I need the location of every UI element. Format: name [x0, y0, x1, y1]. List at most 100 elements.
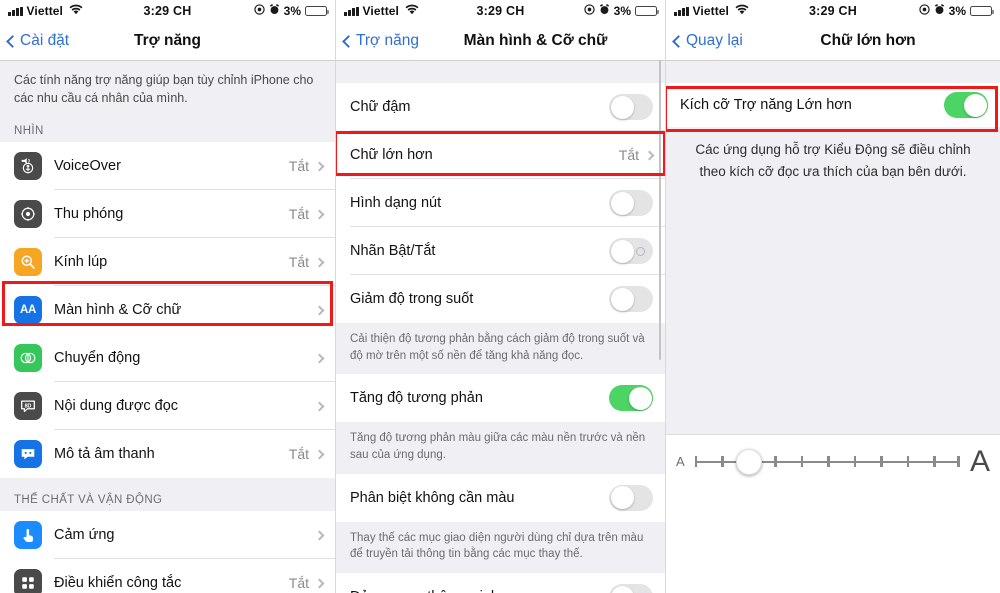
- row-label: Nội dung được đọc: [54, 398, 179, 415]
- slider-tick: [906, 456, 910, 468]
- slider-max-label: A: [969, 444, 990, 478]
- row-button-shapes[interactable]: Hình dạng nút: [336, 179, 665, 227]
- page-title-larger-text: Chữ lớn hơn: [820, 32, 916, 49]
- battery-icon: [635, 6, 660, 16]
- row-reduce-transparency[interactable]: Giảm độ trong suốt: [336, 275, 665, 323]
- accessibility-intro-text: Các tính năng trợ năng giúp bạn tùy chỉn…: [0, 61, 335, 120]
- three-panel-screenshot: Viettel 3:29 CH 3% Cài đặt Trợ năng Các …: [0, 0, 1000, 593]
- empty-area: [666, 194, 1000, 435]
- row-bold-text[interactable]: Chữ đậm: [336, 83, 665, 131]
- battery-percent-label: 3%: [948, 4, 966, 18]
- sidebar-item-display-text-size[interactable]: AA Màn hình & Cỡ chữ: [0, 286, 335, 335]
- chevron-right-icon: [314, 161, 325, 172]
- chevron-right-icon: [314, 401, 325, 412]
- nav-bar-2: Trợ năng Màn hình & Cỡ chữ: [336, 22, 665, 60]
- off-label-circle-icon: [636, 246, 645, 256]
- row-label: Mô tả âm thanh: [54, 446, 155, 463]
- row-value: Tắt: [288, 446, 309, 463]
- chevron-left-icon: [6, 34, 19, 48]
- slider-tick: [800, 456, 804, 468]
- row-increase-contrast[interactable]: Tăng độ tương phản: [336, 374, 665, 423]
- toggle-differentiate-without-color[interactable]: [609, 484, 653, 511]
- magnifier-icon: [14, 248, 42, 277]
- sidebar-item-touch[interactable]: Cảm ứng: [0, 511, 335, 560]
- sidebar-item-audio-description[interactable]: Mô tả âm thanh Tắt: [0, 430, 335, 479]
- row-differentiate-without-color[interactable]: Phân biệt không cần màu: [336, 473, 665, 522]
- location-arrow-icon: [583, 4, 595, 18]
- alarm-clock-icon: [599, 4, 610, 18]
- status-right-1: 3%: [253, 4, 330, 18]
- sidebar-item-motion[interactable]: Chuyển động: [0, 334, 335, 383]
- chevron-left-icon: [672, 34, 685, 48]
- battery-percent-label: 3%: [283, 4, 301, 18]
- scrollbar-thumb[interactable]: [658, 60, 661, 360]
- slider-thumb[interactable]: [735, 448, 762, 475]
- chevron-right-icon: [314, 209, 325, 220]
- row-smart-invert[interactable]: Đảo ngược thông minh: [336, 573, 665, 593]
- row-label: Nhãn Bật/Tắt: [350, 243, 436, 259]
- nav-bar-1: Cài đặt Trợ năng: [0, 22, 335, 60]
- sidebar-item-switch-control[interactable]: Điều khiển công tắc Tắt: [0, 559, 335, 593]
- toggle-smart-invert[interactable]: [609, 584, 653, 593]
- row-label: Tăng độ tương phản: [350, 390, 483, 407]
- slider-tick: [774, 456, 777, 468]
- sidebar-item-spoken-content[interactable]: 8D Nội dung được đọc: [0, 382, 335, 431]
- spoken-content-icon: 8D: [14, 392, 42, 421]
- back-button-return[interactable]: Quay lại: [672, 32, 743, 50]
- row-value: Tắt: [288, 158, 309, 175]
- slider-tick: [933, 456, 936, 468]
- battery-icon: [305, 6, 330, 16]
- row-label: Màn hình & Cỡ chữ: [54, 302, 182, 319]
- slider-tick: [853, 456, 857, 468]
- text-size-slider[interactable]: [694, 448, 960, 475]
- row-larger-accessibility-sizes[interactable]: Kích cỡ Trợ năng Lớn hơn: [666, 83, 1000, 127]
- row-label: Phân biệt không cần màu: [350, 489, 515, 506]
- battery-percent-label: 3%: [613, 4, 631, 18]
- touch-icon: [14, 521, 42, 550]
- status-bar-2: Viettel 3:29 CH 3%: [336, 0, 665, 22]
- section-header-physical: THỂ CHẤT VÀ VẬN ĐỘNG: [0, 478, 335, 512]
- back-button-accessibility[interactable]: Trợ năng: [342, 32, 419, 50]
- row-label: Giảm độ trong suốt: [350, 291, 474, 307]
- toggle-button-shapes[interactable]: [609, 190, 653, 216]
- text-size-slider-card: A A: [666, 434, 1000, 489]
- row-value: Tắt: [618, 147, 639, 163]
- audio-description-icon: [14, 440, 42, 469]
- panel-larger-text: Viettel 3:29 CH 3% Quay lại Chữ lớn hơn …: [665, 0, 1000, 593]
- sidebar-item-zoom[interactable]: Thu phóng Tắt: [0, 190, 335, 239]
- toggle-bold-text[interactable]: [609, 94, 653, 120]
- row-value: Tắt: [288, 575, 309, 592]
- row-label: VoiceOver: [54, 158, 121, 175]
- row-label: Đảo ngược thông minh: [350, 589, 609, 593]
- sidebar-item-voiceover[interactable]: VoiceOver Tắt: [0, 142, 335, 191]
- chevron-right-icon: [644, 150, 655, 160]
- toggle-knob: [963, 93, 987, 117]
- location-arrow-icon: [918, 4, 930, 18]
- row-larger-text[interactable]: Chữ lớn hơn Tắt: [336, 131, 665, 179]
- toggle-knob: [610, 191, 634, 215]
- back-label: Quay lại: [686, 32, 743, 49]
- chevron-right-icon: [314, 305, 325, 316]
- slider-tick: [957, 456, 960, 468]
- toggle-increase-contrast[interactable]: [609, 385, 653, 412]
- toggle-larger-accessibility-sizes[interactable]: [944, 92, 988, 118]
- toggle-knob: [610, 287, 634, 311]
- slider-tick: [721, 456, 724, 468]
- chevron-right-icon: [314, 530, 325, 541]
- toggle-reduce-transparency[interactable]: [609, 286, 653, 312]
- footnote-increase-contrast: Tăng độ tương phản màu giữa các màu nền …: [336, 422, 665, 474]
- toggle-on-off-labels[interactable]: [609, 238, 653, 264]
- chevron-right-icon: [314, 449, 325, 460]
- toggle-knob: [610, 486, 634, 510]
- status-right-3: 3%: [918, 4, 995, 18]
- row-label: Kính lúp: [54, 254, 108, 271]
- row-label: Điều khiển công tắc: [54, 575, 182, 592]
- row-on-off-labels[interactable]: Nhãn Bật/Tắt: [336, 227, 665, 275]
- zoom-icon: [14, 200, 42, 229]
- larger-text-description: Các ứng dụng hỗ trợ Kiểu Động sẽ điều ch…: [666, 127, 1000, 195]
- alarm-clock-icon: [934, 4, 945, 18]
- section-header-vision: NHÌN: [0, 119, 335, 143]
- back-button-settings[interactable]: Cài đặt: [6, 32, 69, 50]
- location-arrow-icon: [253, 4, 265, 18]
- sidebar-item-magnifier[interactable]: Kính lúp Tắt: [0, 238, 335, 287]
